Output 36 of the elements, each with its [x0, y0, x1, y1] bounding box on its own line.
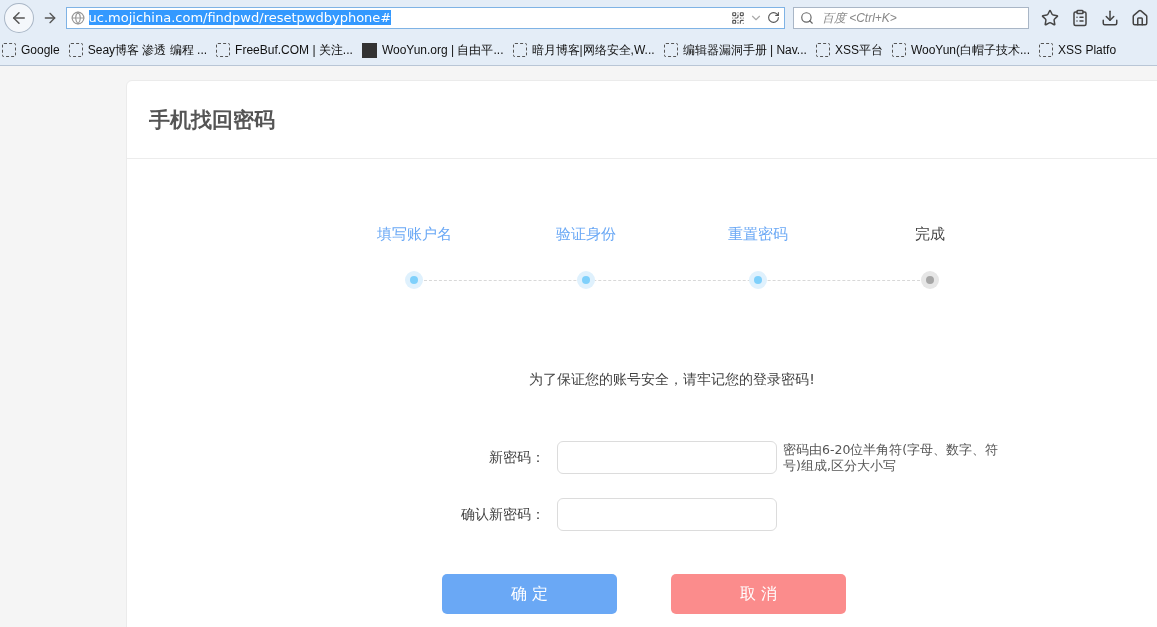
step-label: 验证身份 — [556, 225, 616, 244]
search-input[interactable]: 百度 <Ctrl+K> — [819, 9, 1022, 26]
blank-page-icon — [2, 43, 16, 57]
blank-page-icon — [891, 43, 906, 57]
bookmark-link[interactable]: WooYun.org | 自由平... — [381, 41, 504, 59]
bookmark-link[interactable]: 暗月博客|网络安全,W... — [531, 41, 655, 59]
step-label: 完成 — [915, 225, 945, 244]
step-label: 填写账户名 — [376, 225, 452, 244]
blank-page-icon — [1039, 43, 1054, 57]
bookmark-link[interactable]: XSS Platfo — [1058, 43, 1117, 57]
password-field[interactable] — [557, 441, 777, 474]
reload-icon[interactable] — [766, 11, 780, 24]
bookmark-link[interactable]: 编辑器漏洞手册 | Nav... — [682, 41, 807, 59]
field-label: 新密码： — [488, 448, 546, 467]
search-icon — [799, 10, 814, 25]
password-field[interactable] — [557, 498, 777, 531]
blank-page-icon — [815, 43, 830, 57]
blank-page-icon — [663, 43, 678, 57]
notice-text: 为了保证您的账号安全，请牢记您的登录密码! — [528, 371, 816, 389]
blank-page-icon — [68, 43, 83, 57]
qr-code-icon[interactable] — [730, 10, 745, 25]
blank-page-icon — [512, 43, 527, 57]
field-label: 确认新密码： — [460, 505, 546, 524]
step-label: 重置密码 — [728, 225, 788, 244]
bookmark-link[interactable]: XSS平台 — [834, 41, 883, 59]
bookmark-link[interactable]: Seay博客 渗透 编程 ... — [87, 41, 208, 59]
page-title: 手机找回密码 — [149, 106, 275, 134]
bookmark-link[interactable]: FreeBuf.COM | 关注... — [235, 41, 353, 59]
field-hint: 密码由6-20位半角符(字母、数字、符号)组成,区分大小写 — [783, 441, 1000, 474]
blank-page-icon — [216, 43, 231, 57]
globe-icon — [70, 10, 85, 25]
site-icon — [361, 42, 377, 58]
search-box[interactable]: 百度 <Ctrl+K> — [792, 6, 1029, 29]
bookmark-link[interactable]: WooYun(白帽子技术... — [910, 41, 1031, 59]
bookmark-link[interactable]: Google — [21, 43, 60, 57]
back-button[interactable] — [4, 2, 34, 33]
